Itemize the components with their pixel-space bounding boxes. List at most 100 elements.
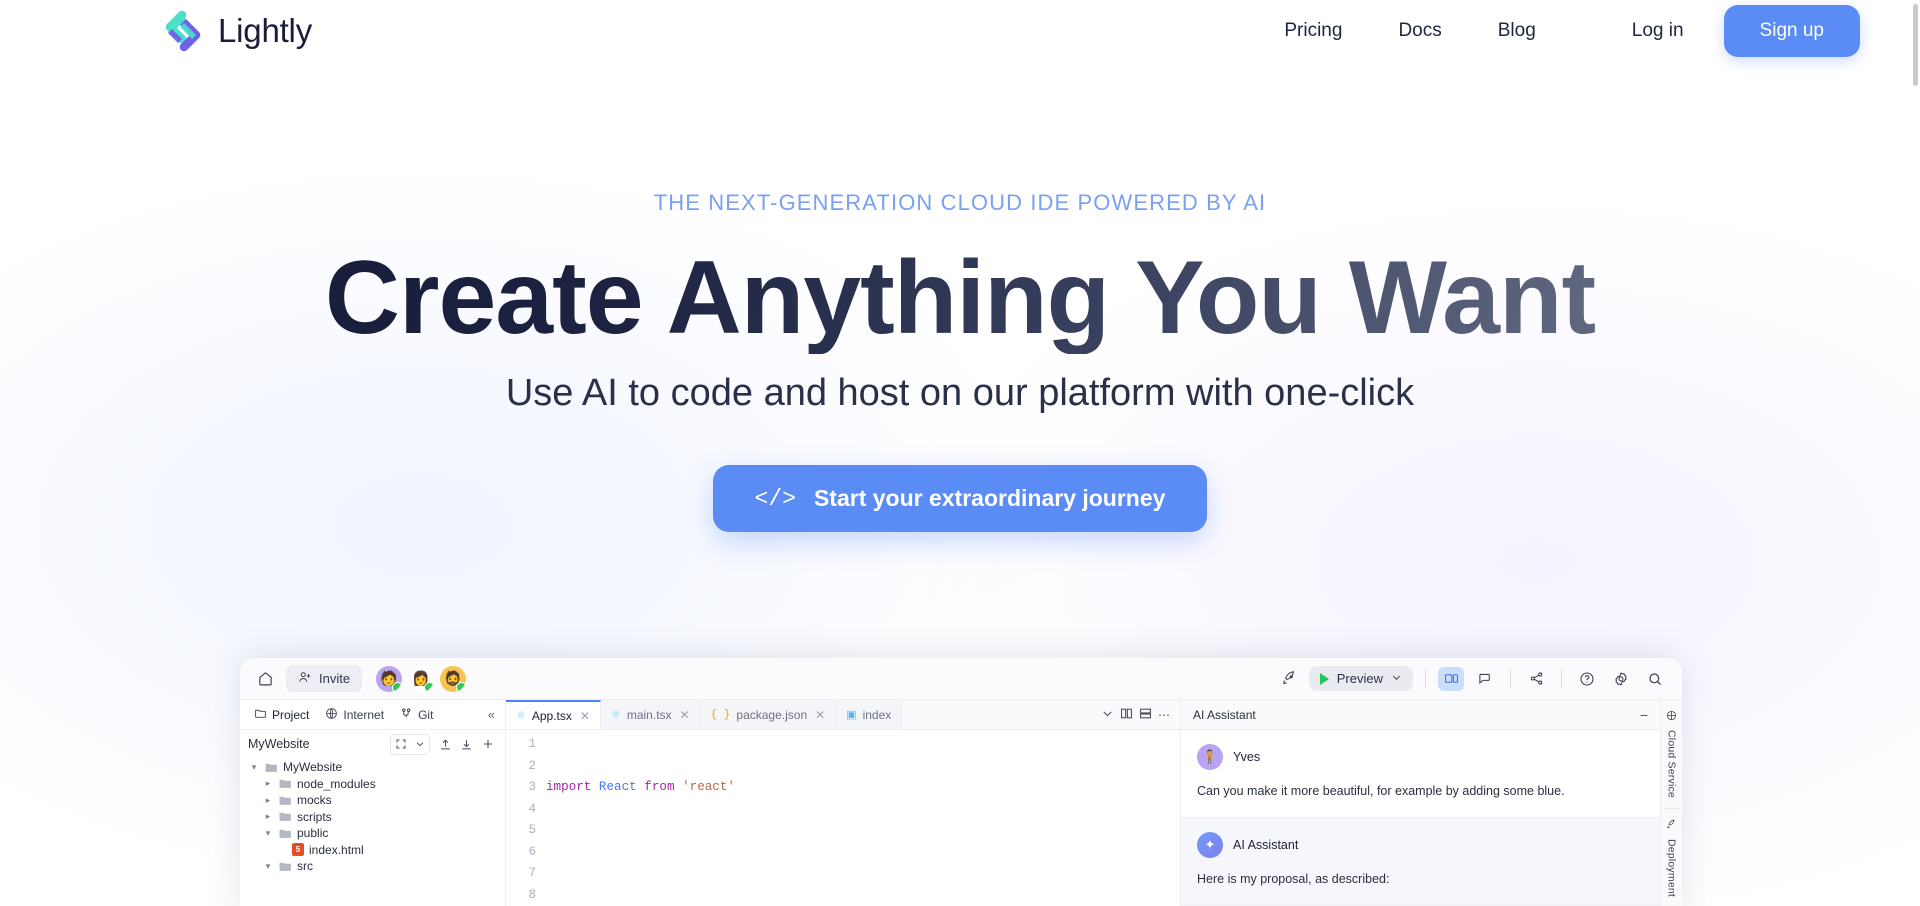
- search-icon[interactable]: [1642, 667, 1668, 691]
- folder-icon: [279, 811, 292, 822]
- rail-label: Cloud Service: [1665, 730, 1678, 798]
- sidebar-tab-git[interactable]: Git: [394, 704, 439, 726]
- tree-item-mywebsite[interactable]: ▾ MyWebsite: [240, 759, 505, 776]
- page-title: Create Anything You Want: [0, 242, 1920, 355]
- start-journey-button[interactable]: </> Start your extraordinary journey: [712, 465, 1208, 533]
- editor-tab-index[interactable]: ▣ index: [836, 700, 903, 729]
- cta-wrapper: </> Start your extraordinary journey: [0, 465, 1920, 533]
- sidebar-tab-internet[interactable]: Internet: [319, 704, 390, 726]
- tree-item-label: index.html: [309, 842, 364, 857]
- close-icon[interactable]: ✕: [580, 709, 590, 723]
- login-button[interactable]: Log in: [1591, 7, 1724, 55]
- collaborator-avatars: 🧑 👩 🧔: [376, 665, 467, 692]
- ide-toolbar-right: Preview: [1279, 666, 1668, 691]
- chevron-right-icon: ▸: [265, 794, 271, 805]
- nav-link-blog[interactable]: Blog: [1470, 10, 1564, 52]
- close-icon[interactable]: ✕: [815, 708, 825, 722]
- editor-tab-app-tsx[interactable]: ⚛ App.tsx ✕: [506, 700, 601, 729]
- preview-label: Preview: [1336, 671, 1383, 686]
- nav-link-docs[interactable]: Docs: [1370, 10, 1469, 52]
- chat-message-user: 🧍 Yves Can you make it more beautiful, f…: [1181, 730, 1660, 818]
- chevron-down-icon: ▾: [251, 761, 257, 772]
- invite-button[interactable]: Invite: [286, 665, 363, 692]
- plus-icon[interactable]: [478, 735, 497, 754]
- tree-item-node-modules[interactable]: ▸ node_modules: [240, 776, 505, 793]
- rail-item-cloud-service[interactable]: Cloud Service: [1666, 706, 1678, 802]
- sidebar-tab-project[interactable]: Project: [248, 704, 315, 726]
- hero-subtitle: Use AI to code and host on our platform …: [505, 372, 1415, 415]
- tree-item-src[interactable]: ▾ src: [240, 858, 505, 875]
- avatar[interactable]: 🧑: [376, 665, 403, 692]
- upload-icon[interactable]: [436, 735, 455, 754]
- avatar[interactable]: 👩: [408, 665, 435, 692]
- ide-preview: Invite 🧑 👩 🧔 Preview Project Internet Gi…: [240, 658, 1682, 906]
- avatar[interactable]: 🧔: [440, 665, 467, 692]
- tree-item-label: scripts: [297, 809, 332, 824]
- message-author: Yves: [1233, 750, 1261, 764]
- toolbar-divider: [1425, 669, 1426, 688]
- preview-button[interactable]: Preview: [1308, 666, 1413, 691]
- tree-item-label: mocks: [297, 793, 332, 808]
- tree-item-public[interactable]: ▾ public: [240, 825, 505, 842]
- line-number: 7: [528, 866, 536, 880]
- comment-icon[interactable]: [1472, 667, 1498, 691]
- home-icon[interactable]: [254, 668, 276, 690]
- editor-tab-package-json[interactable]: { } package.json ✕: [700, 700, 837, 729]
- collapse-sidebar-icon[interactable]: «: [488, 707, 497, 722]
- ai-panel-header: AI Assistant −: [1181, 700, 1660, 730]
- page-scrollbar[interactable]: [1913, 4, 1918, 86]
- hero-section: THE NEXT-GENERATION CLOUD IDE POWERED BY…: [0, 190, 1920, 533]
- rail-item-deployment[interactable]: Deployment: [1666, 815, 1678, 901]
- editor-tab-label: index: [862, 707, 892, 722]
- message-header: 🧍 Yves: [1197, 744, 1644, 770]
- play-icon: [1319, 672, 1329, 685]
- nav-actions: Log in Sign up: [1591, 5, 1860, 57]
- landing-page: Lightly Pricing Docs Blog Log in Sign up…: [0, 0, 1920, 906]
- project-tools: [390, 733, 497, 755]
- tree-item-index-html[interactable]: 5 index.html: [240, 842, 505, 859]
- message-author: AI Assistant: [1233, 837, 1299, 852]
- chevron-down-icon: ▾: [265, 827, 271, 838]
- brand-name: Lightly: [218, 12, 312, 49]
- sidebar-tab-label: Internet: [343, 707, 385, 722]
- nav-link-pricing[interactable]: Pricing: [1256, 10, 1370, 52]
- ide-toolbar: Invite 🧑 👩 🧔 Preview: [240, 658, 1682, 700]
- nav-links: Pricing Docs Blog: [1256, 10, 1563, 52]
- editor-tab-tools: ⋯: [1091, 700, 1180, 729]
- avatar: 🧍: [1197, 744, 1223, 770]
- toolbar-divider: [1561, 669, 1562, 688]
- line-number: 1: [528, 737, 536, 751]
- settings-icon[interactable]: [1608, 667, 1634, 691]
- line-number: 6: [528, 844, 536, 859]
- brand-logo[interactable]: Lightly: [160, 8, 312, 54]
- signup-button[interactable]: Sign up: [1723, 5, 1860, 57]
- editor-tab-main-tsx[interactable]: ⚛ main.tsx ✕: [600, 700, 701, 729]
- help-icon[interactable]: [1574, 667, 1600, 691]
- close-icon[interactable]: ✕: [680, 708, 690, 722]
- cta-label: Start your extraordinary journey: [813, 485, 1166, 512]
- minimize-icon[interactable]: −: [1640, 707, 1648, 723]
- tree-item-scripts[interactable]: ▸ scripts: [240, 809, 505, 826]
- share-icon[interactable]: [1523, 667, 1549, 691]
- split-horizontal-icon[interactable]: [1139, 707, 1152, 723]
- more-icon[interactable]: ⋯: [1158, 708, 1170, 722]
- layout-split-icon[interactable]: [1438, 666, 1464, 691]
- line-number: 8: [528, 887, 536, 902]
- folder-icon: [279, 778, 292, 789]
- css-icon: ▣: [846, 709, 857, 721]
- project-name: MyWebsite: [248, 737, 310, 751]
- folder-icon: [279, 828, 292, 839]
- expand-icon[interactable]: [391, 735, 410, 754]
- chevron-down-icon[interactable]: [410, 735, 429, 754]
- expand-group: [390, 733, 430, 755]
- code-area[interactable]: 1 2 3 4 5 6 7 8 import React from 'react…: [506, 730, 1180, 906]
- editor-tab-label: package.json: [736, 707, 808, 722]
- tree-item-mocks[interactable]: ▸ mocks: [240, 792, 505, 809]
- message-text: Can you make it more beautiful, for exam…: [1197, 784, 1565, 798]
- line-number: 5: [528, 823, 536, 837]
- code-icon: </>: [754, 485, 796, 512]
- rocket-icon[interactable]: [1279, 668, 1301, 690]
- chevron-down-icon[interactable]: [1101, 707, 1114, 723]
- download-icon[interactable]: [457, 735, 476, 754]
- split-vertical-icon[interactable]: [1120, 707, 1133, 723]
